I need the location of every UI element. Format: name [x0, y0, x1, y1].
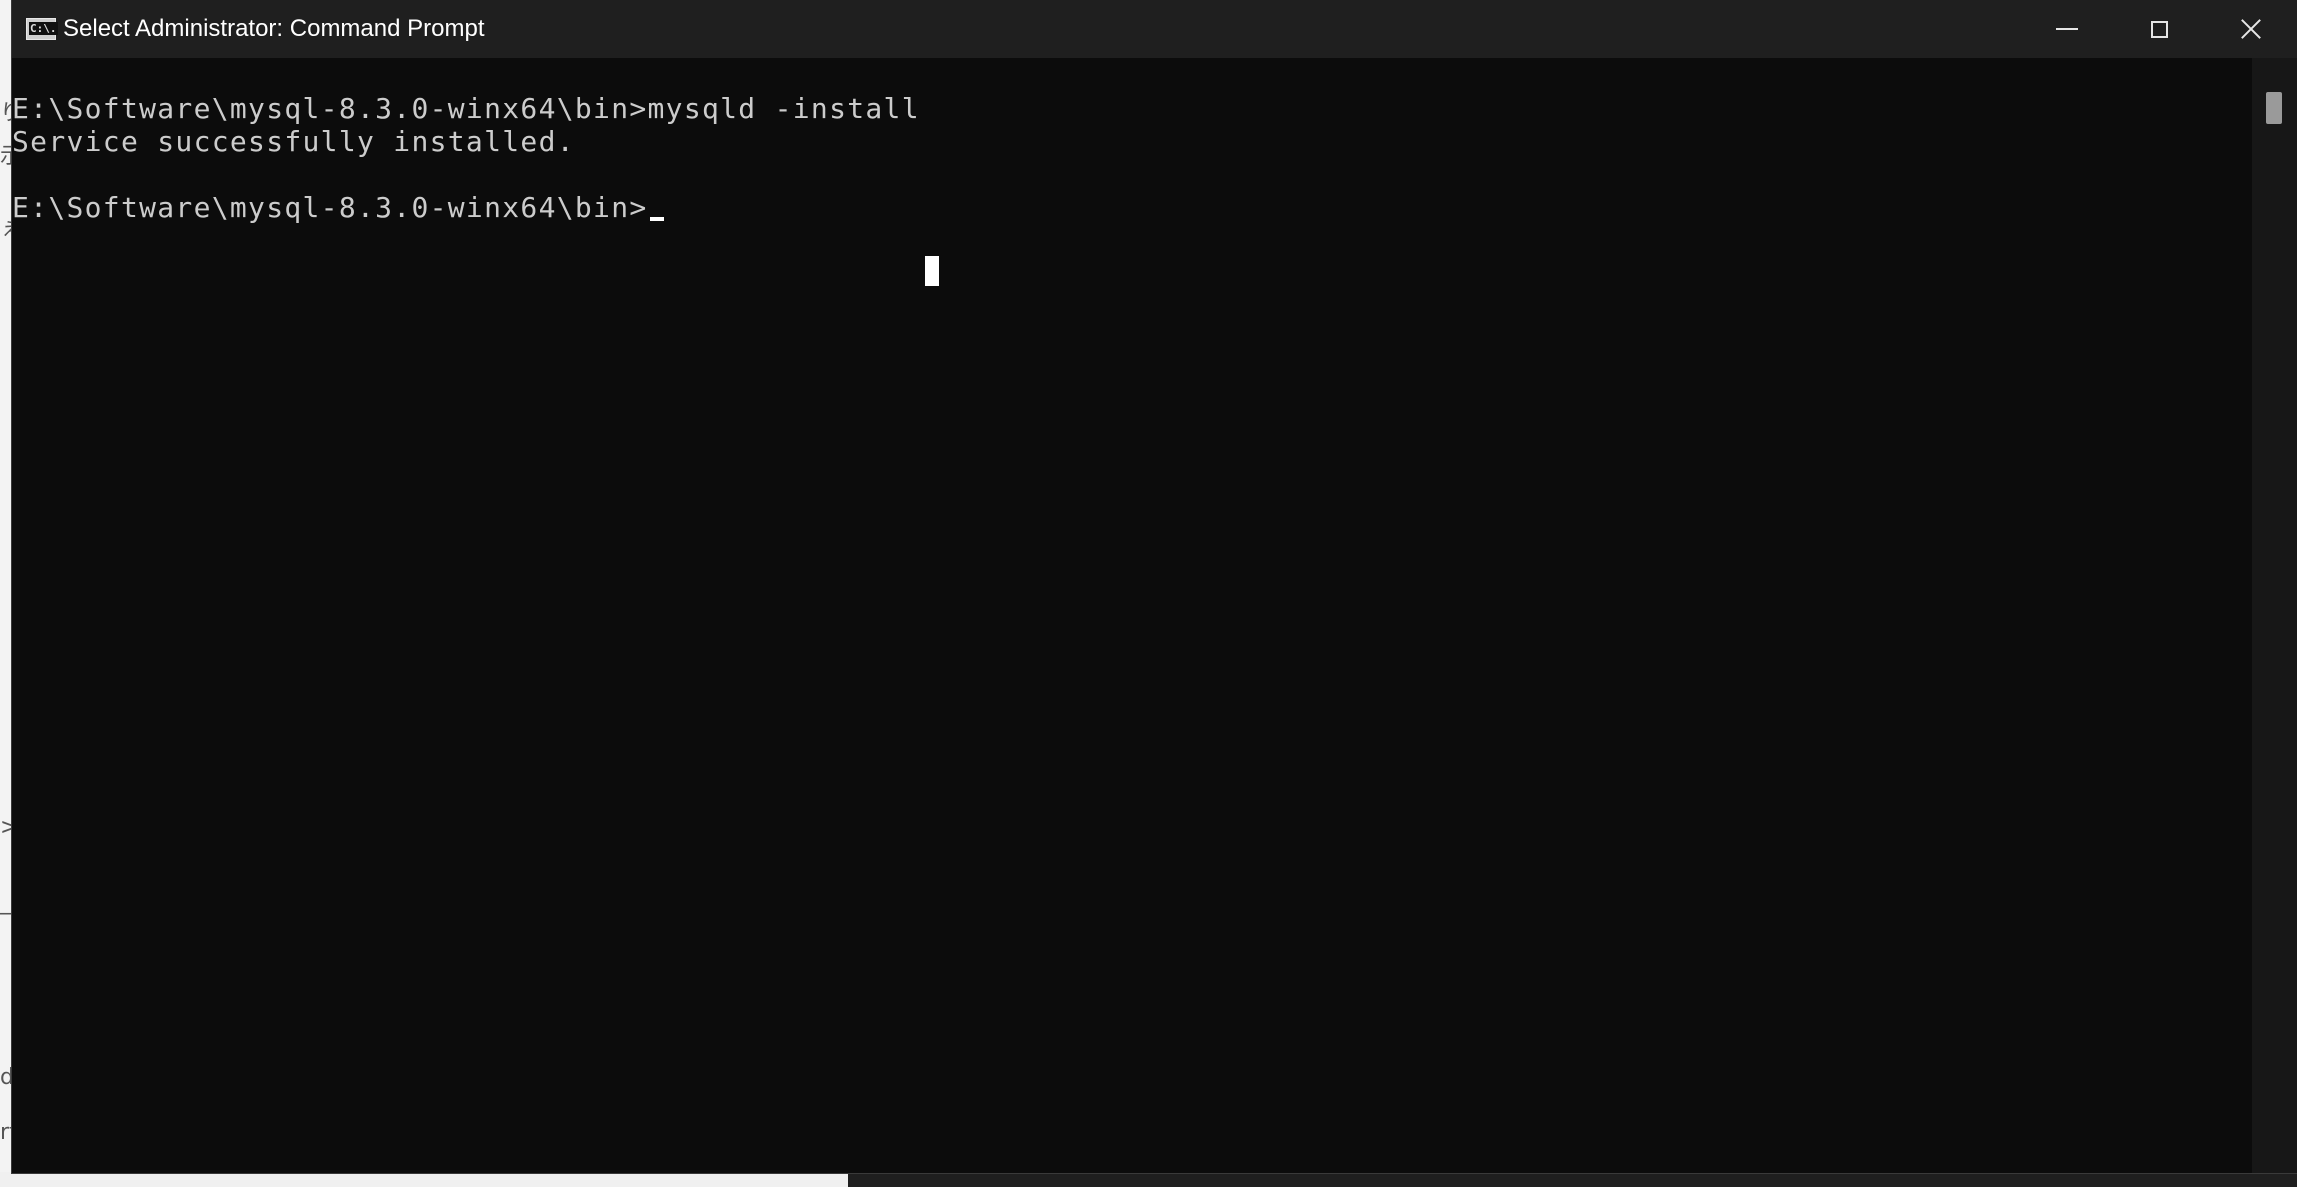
minimize-button[interactable]: [2021, 0, 2113, 58]
close-button[interactable]: [2205, 0, 2297, 58]
console-line: E:\Software\mysql-8.3.0-winx64\bin>mysql…: [12, 92, 920, 125]
console-output[interactable]: E:\Software\mysql-8.3.0-winx64\bin>mysql…: [12, 58, 2252, 1173]
console-prompt-line: E:\Software\mysql-8.3.0-winx64\bin>: [12, 191, 664, 224]
desktop-strip: [848, 1172, 2297, 1187]
command-prompt-window[interactable]: Select Administrator: Command Prompt E:\…: [12, 0, 2297, 1173]
title-bar[interactable]: Select Administrator: Command Prompt: [12, 0, 2297, 58]
minimize-icon: [2056, 28, 2078, 30]
maximize-button[interactable]: [2113, 0, 2205, 58]
maximize-icon: [2150, 20, 2168, 38]
close-icon: [2240, 18, 2262, 40]
console-line: Service successfully installed.: [12, 125, 575, 158]
background-window-bottom: [0, 1172, 848, 1187]
cmd-icon[interactable]: [26, 18, 58, 40]
scrollbar-thumb[interactable]: [2266, 92, 2282, 124]
window-title: Select Administrator: Command Prompt: [63, 15, 485, 42]
text-cursor: [649, 217, 664, 221]
mouse-text-cursor: [925, 256, 939, 286]
vertical-scrollbar[interactable]: [2252, 58, 2297, 1173]
console-prompt: E:\Software\mysql-8.3.0-winx64\bin>: [12, 191, 648, 224]
